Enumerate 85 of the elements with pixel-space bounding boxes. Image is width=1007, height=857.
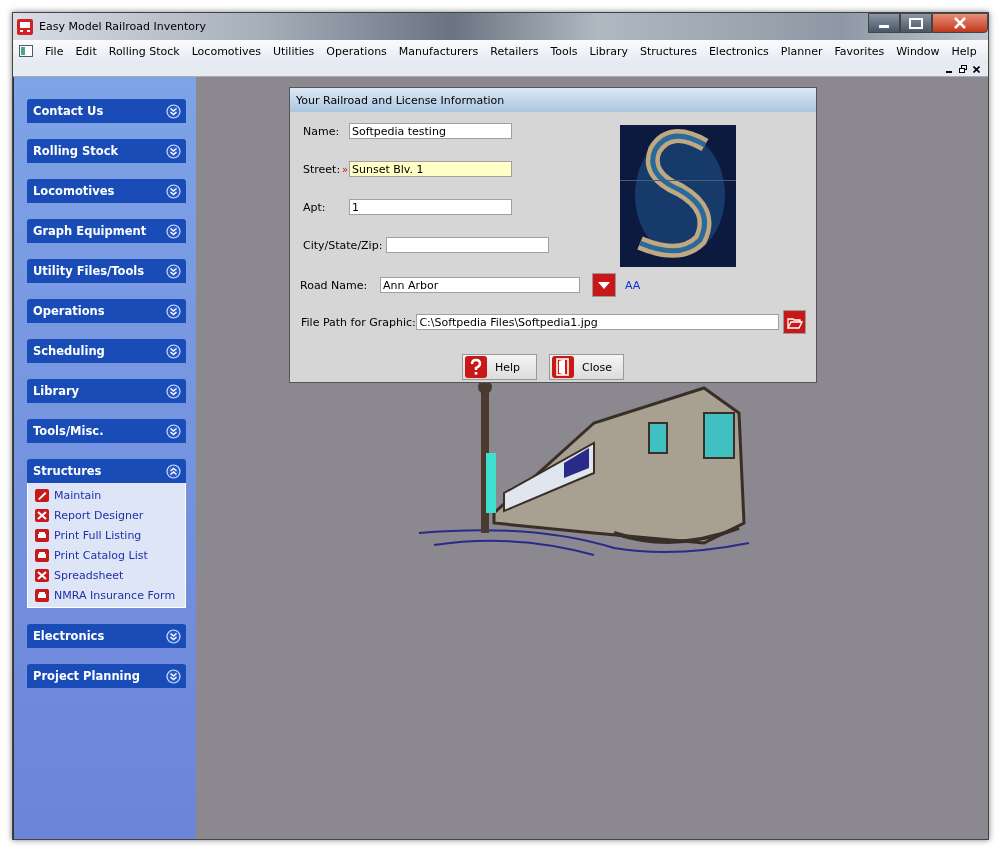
panel-header[interactable]: Scheduling xyxy=(27,339,186,363)
menu-item[interactable]: Structures xyxy=(633,44,703,58)
field-label: Name: xyxy=(303,124,341,138)
expand-icon[interactable] xyxy=(166,423,181,439)
minimize-button[interactable] xyxy=(868,13,900,33)
expand-icon[interactable] xyxy=(166,263,181,279)
expand-icon[interactable] xyxy=(166,383,181,399)
input-field[interactable]: Sunset Blv. 1 xyxy=(349,161,512,177)
panel-header[interactable]: Operations xyxy=(27,299,186,323)
panel-header[interactable]: Rolling Stock xyxy=(27,139,186,163)
close-button[interactable] xyxy=(932,13,988,33)
menu-item[interactable]: Electronics xyxy=(702,44,775,58)
close-icon xyxy=(953,17,967,29)
panel-header[interactable]: Project Planning xyxy=(27,664,186,688)
close-button[interactable]: Close xyxy=(549,354,624,380)
restore-icon[interactable] xyxy=(959,65,967,73)
maximize-button[interactable] xyxy=(900,13,932,33)
collapse-icon[interactable] xyxy=(166,463,181,479)
field-label: Apt: xyxy=(303,200,327,214)
panel-header[interactable]: Contact Us xyxy=(27,99,186,123)
menu-item[interactable]: File xyxy=(39,44,70,58)
pencil-icon xyxy=(35,488,49,502)
expand-icon[interactable] xyxy=(166,223,181,239)
panel-link[interactable]: Report Designer xyxy=(54,508,144,522)
expand-icon[interactable] xyxy=(166,183,181,199)
tools-icon xyxy=(35,568,49,582)
door-icon xyxy=(552,356,574,378)
close-icon[interactable] xyxy=(973,65,980,73)
menu-item[interactable]: Window xyxy=(890,44,946,58)
panel-header[interactable]: Locomotives xyxy=(27,179,186,203)
menu-item[interactable]: Locomotives xyxy=(185,44,267,58)
menu-item[interactable]: Operations xyxy=(320,44,393,58)
window-title: Easy Model Railroad Inventory xyxy=(39,20,206,33)
focus-marker: » xyxy=(341,163,349,175)
input-field[interactable]: 1 xyxy=(349,199,512,215)
panel-header[interactable]: Structures xyxy=(27,459,186,483)
expand-icon[interactable] xyxy=(166,628,181,644)
menu-item[interactable]: Help xyxy=(945,44,983,58)
field-label: City/State/Zip: xyxy=(303,238,383,252)
printer-icon xyxy=(35,588,49,602)
printer-icon xyxy=(35,528,49,542)
printer-icon xyxy=(35,548,49,562)
help-button[interactable]: Help xyxy=(462,354,537,380)
panel-link[interactable]: Print Full Listing xyxy=(54,528,142,542)
menu-item[interactable]: Rolling Stock xyxy=(102,44,186,58)
field-label: Road Name: xyxy=(300,278,369,292)
menu-item[interactable]: Retailers xyxy=(484,44,545,58)
menu-item[interactable]: Library xyxy=(583,44,634,58)
expand-icon[interactable] xyxy=(166,143,181,159)
menu-item[interactable]: Tools xyxy=(544,44,584,58)
menu-item[interactable]: Utilities xyxy=(266,44,321,58)
dropdown-button[interactable] xyxy=(592,273,616,297)
expand-icon[interactable] xyxy=(166,103,181,119)
panel-link[interactable]: Print Catalog List xyxy=(54,548,148,562)
expand-icon[interactable] xyxy=(166,343,181,359)
open-folder-button[interactable] xyxy=(783,310,806,334)
field-label: Street: xyxy=(303,162,341,176)
panel-header[interactable]: Utility Files/Tools xyxy=(27,259,186,283)
panel-link[interactable]: Maintain xyxy=(54,488,102,502)
menu-item[interactable]: Manufacturers xyxy=(392,44,485,58)
caret-icon xyxy=(596,279,612,291)
menu-item[interactable]: Edit xyxy=(69,44,103,58)
maximize-icon xyxy=(909,17,923,29)
menu-item[interactable]: Planner xyxy=(774,44,829,58)
expand-icon[interactable] xyxy=(166,303,181,319)
link[interactable]: AA xyxy=(625,278,641,292)
panel-header[interactable]: Graph Equipment xyxy=(27,219,186,243)
panel-link[interactable]: NMRA Insurance Form xyxy=(54,588,176,602)
dialog-title: Your Railroad and License Information xyxy=(290,88,816,112)
input-field[interactable]: C:\Softpedia Files\Softpedia1.jpg xyxy=(416,314,780,330)
panel-header[interactable]: Electronics xyxy=(27,624,186,648)
folder-icon xyxy=(786,315,803,329)
menu-item[interactable]: Favorites xyxy=(828,44,891,58)
tools-icon xyxy=(35,508,49,522)
panel-header[interactable]: Tools/Misc. xyxy=(27,419,186,443)
train-icon xyxy=(17,18,33,35)
panel-header[interactable]: Library xyxy=(27,379,186,403)
question-icon xyxy=(465,356,487,378)
input-field[interactable]: Ann Arbor xyxy=(380,277,580,293)
panel-link[interactable]: Spreadsheet xyxy=(54,568,124,582)
minimize-icon xyxy=(879,25,889,28)
input-field[interactable] xyxy=(386,237,550,253)
document-icon xyxy=(19,45,33,57)
input-field[interactable]: Softpedia testing xyxy=(349,123,512,139)
expand-icon[interactable] xyxy=(166,668,181,684)
